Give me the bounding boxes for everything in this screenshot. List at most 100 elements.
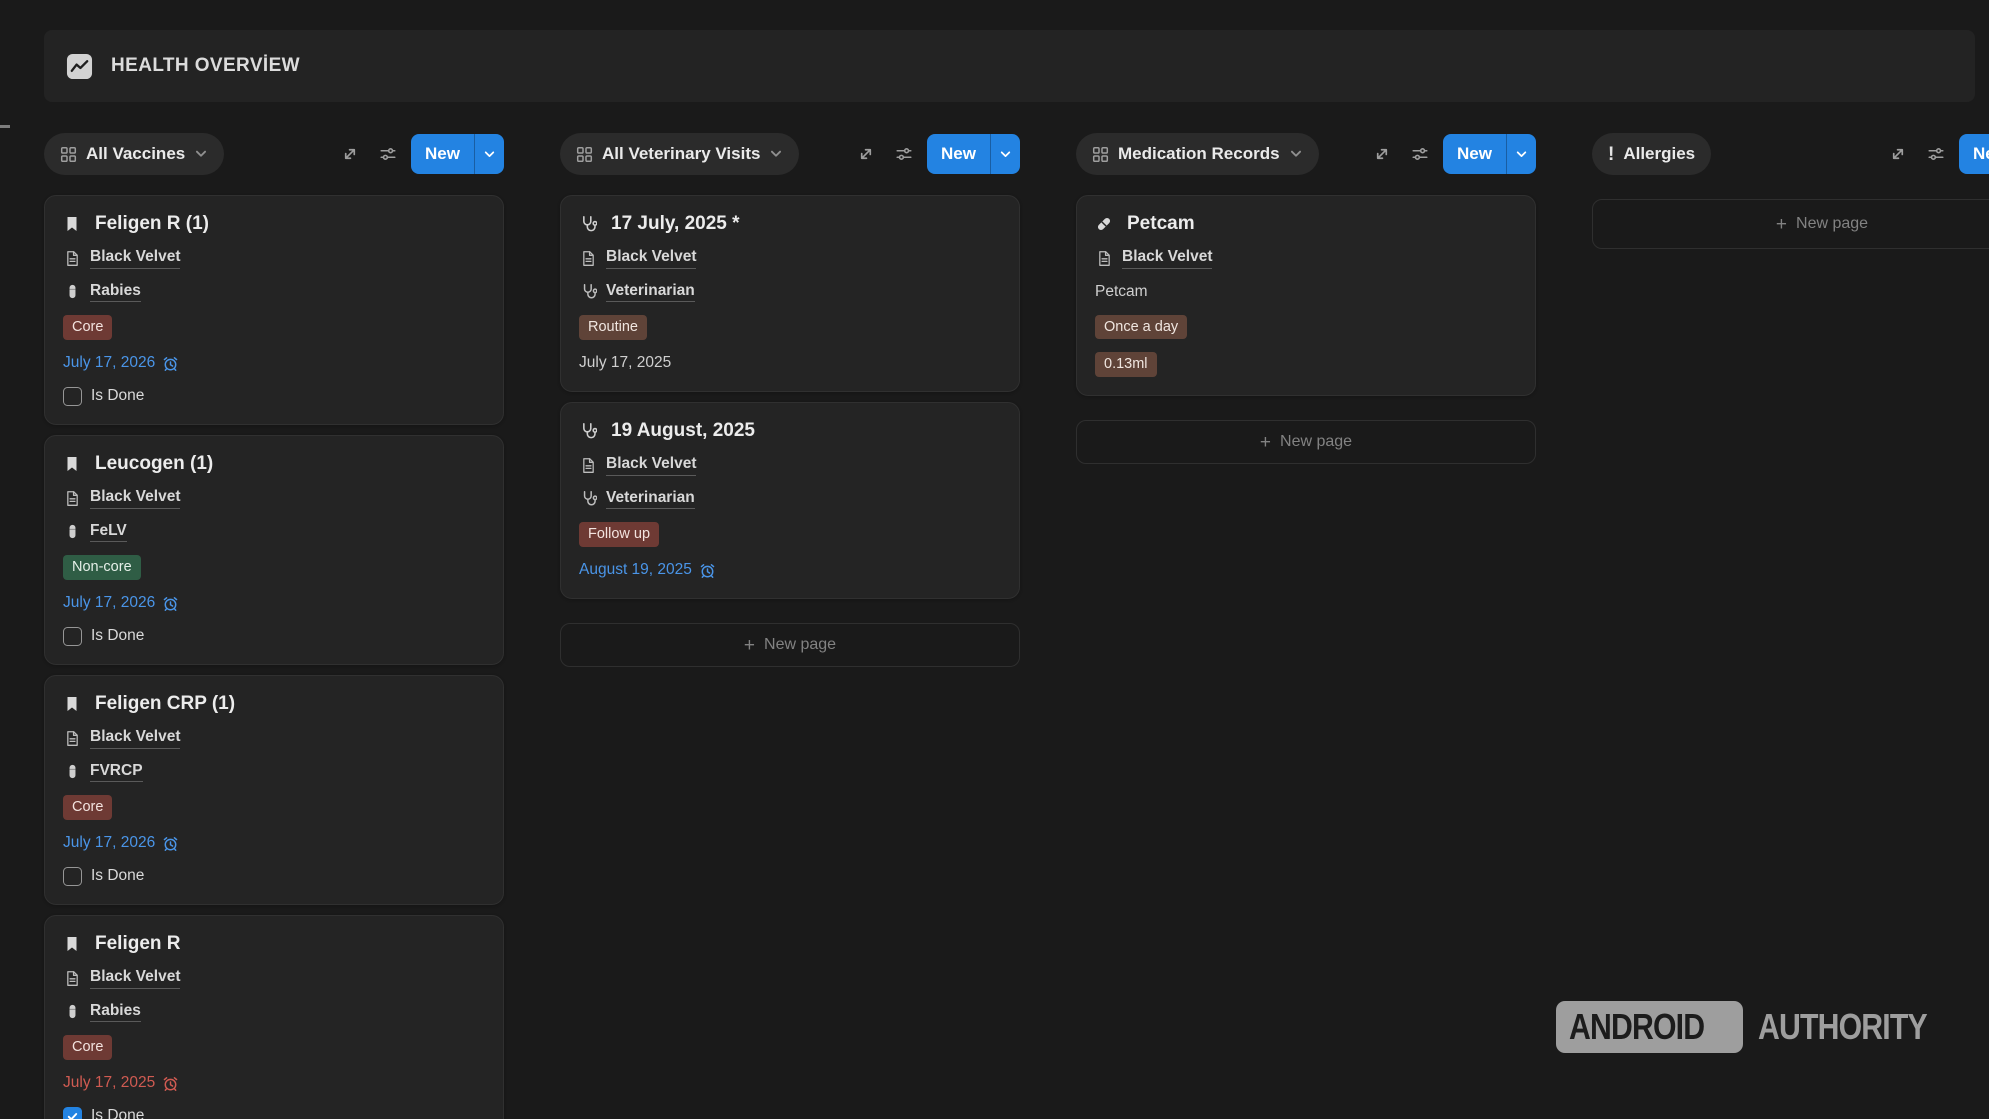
card-title: Feligen R [95, 933, 181, 955]
tag: 0.13ml [1095, 352, 1157, 377]
page-link[interactable]: Black Velvet [90, 968, 180, 989]
toolbar: New [335, 134, 504, 174]
grid-icon [1092, 146, 1109, 163]
plus-icon: + [744, 636, 755, 655]
card-list: 17 July, 2025 * Black Velvet Veterinaria… [560, 195, 1020, 599]
column-visits: All Veterinary Visits New 17 July, 2025 … [560, 133, 1020, 1119]
expand-button[interactable] [335, 139, 365, 169]
filter-button[interactable] [889, 139, 919, 169]
new-page-button[interactable]: +New page [1592, 199, 1989, 249]
expand-icon [857, 145, 875, 163]
bookmark-icon [63, 695, 81, 713]
grid-icon [60, 146, 77, 163]
filter-button[interactable] [373, 139, 403, 169]
property-row: Rabies [63, 1002, 485, 1023]
expand-button[interactable] [1883, 139, 1913, 169]
toolbar: New [1367, 134, 1536, 174]
view-chip-medications[interactable]: Medication Records [1076, 133, 1319, 175]
view-chip-visits[interactable]: All Veterinary Visits [560, 133, 799, 175]
date-value: July 17, 2025 [63, 1074, 155, 1092]
new-page-button[interactable]: +New page [560, 623, 1020, 667]
board: All Vaccines New Feligen R (1) Black Vel… [44, 133, 1989, 1119]
chevron-down-icon [999, 148, 1012, 161]
page-title: HEALTH OVERVİEW [111, 55, 300, 77]
page-link[interactable]: Black Velvet [90, 728, 180, 749]
document-icon [64, 730, 81, 747]
expand-button[interactable] [851, 139, 881, 169]
property-row: Core [63, 795, 485, 820]
filter-icon [1411, 145, 1429, 163]
new-page-button[interactable]: +New page [1076, 420, 1536, 464]
property-row: Black Velvet [579, 248, 1001, 269]
watermark-badge: ANDROID [1556, 1001, 1743, 1053]
property-row: Routine [579, 315, 1001, 340]
page-link[interactable]: FeLV [90, 522, 127, 543]
card-title: Leucogen (1) [95, 453, 213, 475]
checkbox-label: Is Done [91, 627, 144, 645]
bookmark-icon [63, 215, 81, 233]
filter-button[interactable] [1405, 139, 1435, 169]
chevron-down-icon [194, 147, 208, 161]
card[interactable]: Feligen R Black Velvet RabiesCoreJuly 17… [44, 915, 504, 1119]
is-done-checkbox[interactable] [63, 1107, 82, 1119]
pill-icon [64, 763, 81, 780]
card-title-row: Feligen R [63, 933, 485, 955]
card[interactable]: Feligen R (1) Black Velvet RabiesCoreJul… [44, 195, 504, 425]
row-icon-holder [579, 490, 597, 507]
page-link[interactable]: Veterinarian [606, 489, 695, 510]
date-value: July 17, 2026 [63, 354, 155, 372]
is-done-checkbox[interactable] [63, 387, 82, 406]
expand-icon [1373, 145, 1391, 163]
date-value: August 19, 2025 [579, 561, 692, 579]
card[interactable]: Feligen CRP (1) Black Velvet FVRCPCoreJu… [44, 675, 504, 905]
card-title-row: Feligen CRP (1) [63, 693, 485, 715]
stethoscope-icon [580, 283, 597, 300]
new-dropdown-button[interactable] [990, 134, 1020, 174]
row-icon-holder [63, 490, 81, 507]
page-link[interactable]: Black Velvet [606, 248, 696, 269]
page-link[interactable]: Rabies [90, 1002, 141, 1023]
card[interactable]: 17 July, 2025 * Black Velvet Veterinaria… [560, 195, 1020, 392]
left-edge-tick [0, 125, 10, 128]
row-icon-holder [63, 523, 81, 540]
property-row: Veterinarian [579, 282, 1001, 303]
new-button[interactable]: New [1443, 134, 1536, 174]
bookmark-icon [63, 455, 81, 473]
expand-button[interactable] [1367, 139, 1397, 169]
new-button[interactable]: New [1959, 134, 1989, 174]
alarm-icon [162, 355, 179, 372]
new-dropdown-button[interactable] [474, 134, 504, 174]
is-done-checkbox[interactable] [63, 627, 82, 646]
page-link[interactable]: Veterinarian [606, 282, 695, 303]
page-link[interactable]: Black Velvet [1122, 248, 1212, 269]
property-row: August 19, 2025 [579, 560, 1001, 580]
view-chip-allergies[interactable]: !Allergies [1592, 133, 1711, 175]
new-button[interactable]: New [411, 134, 504, 174]
chevron-down-icon [483, 148, 496, 161]
alarm-icon [162, 595, 179, 612]
card[interactable]: Petcam Black VelvetPetcamOnce a day0.13m… [1076, 195, 1536, 396]
view-chip-vaccines[interactable]: All Vaccines [44, 133, 224, 175]
new-dropdown-button[interactable] [1506, 134, 1536, 174]
filter-button[interactable] [1921, 139, 1951, 169]
page-link[interactable]: Black Velvet [90, 488, 180, 509]
page-link[interactable]: Black Velvet [606, 455, 696, 476]
property-row: Black Velvet [579, 455, 1001, 476]
property-row: Is Done [63, 866, 485, 886]
toolbar: New [851, 134, 1020, 174]
page-link[interactable]: Black Velvet [90, 248, 180, 269]
filter-icon [1927, 145, 1945, 163]
page-link[interactable]: Rabies [90, 282, 141, 303]
card-list: Petcam Black VelvetPetcamOnce a day0.13m… [1076, 195, 1536, 396]
property-row: Black Velvet [63, 968, 485, 989]
is-done-checkbox[interactable] [63, 867, 82, 886]
tag: Non-core [63, 555, 141, 580]
card[interactable]: 19 August, 2025 Black Velvet Veterinaria… [560, 402, 1020, 599]
checkbox-label: Is Done [91, 1107, 144, 1119]
card[interactable]: Leucogen (1) Black Velvet FeLVNon-coreJu… [44, 435, 504, 665]
grid-icon [576, 146, 593, 163]
chevron-down-icon [1289, 147, 1303, 161]
page-link[interactable]: FVRCP [90, 762, 143, 783]
chevron-down-icon [1515, 148, 1528, 161]
new-button[interactable]: New [927, 134, 1020, 174]
